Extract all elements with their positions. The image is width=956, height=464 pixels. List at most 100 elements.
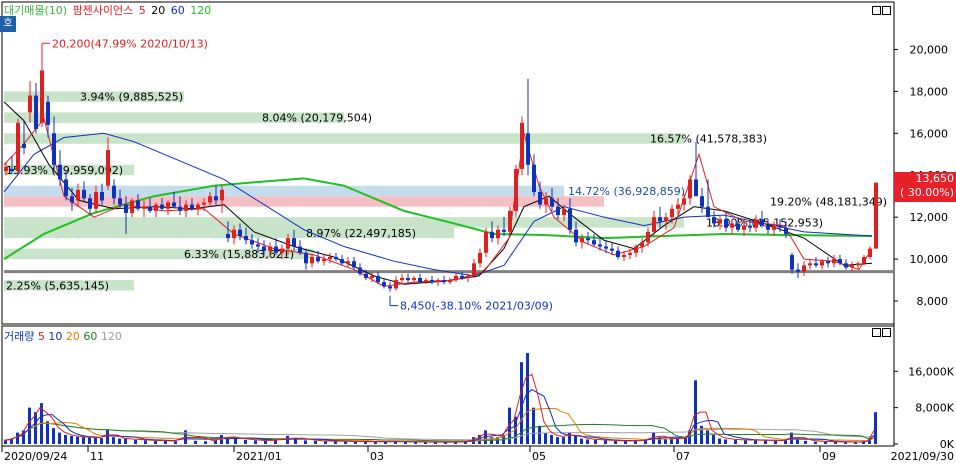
candle	[346, 261, 350, 264]
candle	[502, 229, 506, 232]
candle	[454, 275, 458, 281]
candle	[196, 204, 200, 209]
legend-item-ma60[interactable]: 60	[171, 4, 185, 17]
candle	[4, 166, 8, 172]
volume-bar	[556, 437, 559, 444]
volume-bar	[574, 435, 577, 444]
volume-bar	[706, 430, 709, 444]
legend-item-volume[interactable]: 거래량	[4, 330, 34, 343]
vma120-line	[3, 422, 875, 441]
volume-bar	[64, 434, 67, 444]
candle	[790, 254, 794, 270]
candle	[340, 259, 344, 264]
volume-bar	[244, 439, 247, 444]
candle	[526, 133, 530, 165]
candle	[304, 252, 308, 264]
candle	[232, 229, 236, 239]
volume-bar	[194, 440, 197, 444]
maximize-icon[interactable]	[882, 328, 891, 337]
x-tick-label: 2020/09/24	[4, 450, 67, 463]
legend-item-vma10[interactable]: 10	[48, 330, 62, 343]
candle	[676, 204, 680, 209]
legend-item-ma5[interactable]: 5	[139, 4, 146, 17]
candle	[538, 192, 542, 205]
candle	[16, 122, 20, 172]
candle	[874, 182, 878, 249]
legend-item-stock[interactable]: 팜젠사이언스	[73, 4, 134, 17]
legend-item-vma120[interactable]: 120	[101, 330, 122, 343]
candle	[418, 277, 422, 283]
volume-bar	[16, 432, 19, 444]
legend-item-ma20[interactable]: 20	[151, 4, 165, 17]
candle	[262, 246, 266, 251]
candle	[64, 179, 68, 197]
candle	[574, 229, 578, 243]
candle	[328, 257, 332, 260]
candle	[256, 244, 260, 247]
candle	[484, 231, 488, 253]
candle	[820, 261, 824, 266]
candle	[238, 229, 242, 237]
volume-bar	[614, 440, 617, 444]
legend-item-vma20[interactable]: 20	[66, 330, 80, 343]
price-panel-frame	[1, 1, 895, 325]
supply-zone-label: 14.72% (36,928,859)	[568, 185, 685, 198]
minimize-icon[interactable]	[872, 328, 881, 337]
candle	[724, 219, 728, 228]
volume-legend: 거래량 5 10 20 60 120	[4, 330, 122, 344]
volume-bar	[314, 440, 317, 444]
x-tick-label: 07	[676, 450, 690, 463]
legend-item-vma60[interactable]: 60	[83, 330, 97, 343]
price-tick-label: 16,000	[910, 127, 949, 140]
candle	[646, 231, 650, 243]
volume-bar	[134, 439, 137, 444]
supply-zone-label: 3.94% (9,885,525)	[80, 91, 183, 104]
candle	[424, 280, 428, 283]
candle	[796, 269, 800, 272]
legend-item-ma120[interactable]: 120	[190, 4, 211, 17]
candle	[358, 267, 362, 274]
price-tick-label: 18,000	[910, 85, 949, 98]
candle	[412, 277, 416, 281]
volume-bar	[724, 439, 727, 444]
candle	[70, 196, 74, 203]
volume-bar	[414, 442, 417, 444]
candle	[406, 277, 410, 281]
volume-bar	[670, 438, 673, 444]
candle	[76, 189, 80, 201]
candle	[382, 282, 386, 287]
candle	[118, 198, 122, 205]
legend-item-supply[interactable]: 대기매물(10)	[4, 4, 67, 17]
x-tick-label: 09	[822, 450, 836, 463]
candle	[604, 246, 608, 249]
candle	[520, 122, 524, 169]
volume-bar	[204, 441, 207, 444]
candle	[466, 275, 470, 278]
candle	[832, 259, 836, 264]
candle	[34, 95, 38, 130]
candle	[736, 223, 740, 230]
candle	[286, 238, 290, 249]
maximize-icon[interactable]	[882, 6, 891, 15]
candle	[568, 208, 572, 230]
candle	[208, 196, 212, 203]
candle	[664, 217, 668, 222]
current-price-change: ( 30.00%)	[899, 186, 954, 199]
candle	[250, 240, 254, 245]
candle	[634, 246, 638, 253]
candle	[10, 168, 14, 172]
minimize-icon[interactable]	[872, 6, 881, 15]
candle	[838, 259, 842, 264]
candle	[280, 248, 284, 253]
candle	[478, 252, 482, 264]
supply-zone-label: 15.93% (39,959,092)	[6, 164, 123, 177]
volume-bar	[712, 434, 715, 444]
candle	[862, 257, 866, 264]
side-tag[interactable]: 호	[0, 16, 16, 32]
candle	[58, 164, 62, 180]
volume-bar	[814, 441, 817, 444]
candle	[400, 277, 404, 281]
volume-bar	[568, 432, 571, 444]
candle	[610, 248, 614, 251]
legend-item-vma5[interactable]: 5	[38, 330, 45, 343]
